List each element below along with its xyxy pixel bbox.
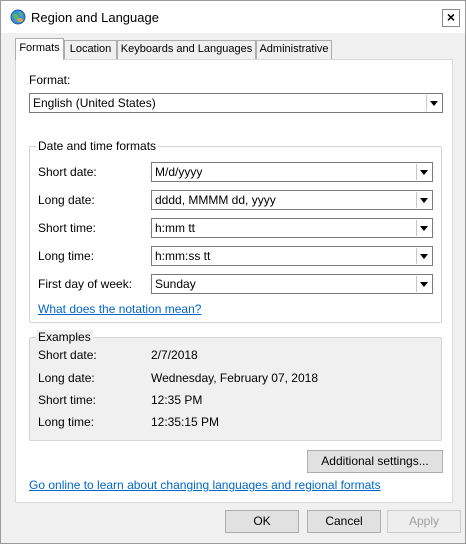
example-short-time-value: 12:35 PM [151, 393, 203, 407]
example-short-time-label: Short time: [38, 393, 97, 407]
ok-button[interactable]: OK [225, 510, 299, 533]
apply-button[interactable]: Apply [387, 510, 461, 533]
datetime-group: Date and time formats Short date: M/d/yy… [29, 139, 442, 323]
long-time-value: h:mm:ss tt [155, 249, 211, 263]
chevron-down-icon [416, 220, 431, 236]
long-date-dropdown[interactable]: dddd, MMMM dd, yyyy [151, 190, 433, 210]
example-long-time-value: 12:35:15 PM [151, 415, 220, 429]
close-button[interactable]: × [442, 9, 460, 27]
online-help-link[interactable]: Go online to learn about changing langua… [29, 478, 381, 492]
additional-settings-button[interactable]: Additional settings... [307, 450, 443, 473]
example-long-date-label: Long date: [38, 371, 95, 385]
chevron-down-icon [426, 95, 441, 111]
close-icon: × [446, 9, 456, 25]
short-date-label: Short date: [38, 165, 97, 179]
long-time-dropdown[interactable]: h:mm:ss tt [151, 246, 433, 266]
example-short-date-label: Short date: [38, 348, 97, 362]
tab-location[interactable]: Location [64, 40, 117, 59]
example-long-time-label: Long time: [38, 415, 95, 429]
short-time-dropdown[interactable]: h:mm tt [151, 218, 433, 238]
format-value: English (United States) [33, 96, 156, 110]
datetime-group-title: Date and time formats [36, 139, 159, 153]
chevron-down-icon [416, 164, 431, 180]
long-date-value: dddd, MMMM dd, yyyy [155, 193, 276, 207]
long-date-label: Long date: [38, 193, 95, 207]
short-date-value: M/d/yyyy [155, 165, 203, 179]
long-time-label: Long time: [38, 249, 95, 263]
title-bar: Region and Language × [1, 1, 465, 33]
tab-label: Formats [19, 42, 60, 54]
notation-help-link[interactable]: What does the notation mean? [38, 302, 201, 316]
additional-settings-label: Additional settings... [321, 454, 429, 468]
formats-panel: Format: English (United States) Date and… [15, 59, 453, 503]
chevron-down-icon [416, 276, 431, 292]
cancel-label: Cancel [325, 514, 363, 528]
chevron-down-icon [416, 192, 431, 208]
chevron-down-icon [416, 248, 431, 264]
tab-keyboards-languages[interactable]: Keyboards and Languages [117, 40, 256, 59]
short-time-label: Short time: [38, 221, 97, 235]
example-short-date-value: 2/7/2018 [151, 348, 198, 362]
short-time-value: h:mm tt [155, 221, 196, 235]
first-day-dropdown[interactable]: Sunday [151, 274, 433, 294]
cancel-button[interactable]: Cancel [307, 510, 381, 533]
examples-group-title: Examples [36, 330, 93, 344]
tab-label: Administrative [259, 43, 329, 55]
tab-label: Location [69, 43, 112, 55]
short-date-dropdown[interactable]: M/d/yyyy [151, 162, 433, 182]
tab-formats[interactable]: Formats [15, 38, 64, 60]
ok-label: OK [253, 514, 271, 528]
first-day-value: Sunday [155, 277, 196, 291]
tab-label: Keyboards and Languages [120, 43, 253, 55]
format-dropdown[interactable]: English (United States) [29, 93, 443, 113]
globe-icon [10, 9, 26, 25]
example-long-date-value: Wednesday, February 07, 2018 [151, 371, 318, 385]
apply-label: Apply [408, 514, 440, 528]
region-language-window: Region and Language × Formats Location K… [0, 0, 466, 544]
tab-administrative[interactable]: Administrative [256, 40, 332, 59]
format-label: Format: [29, 73, 71, 87]
first-day-label: First day of week: [38, 277, 133, 291]
window-title: Region and Language [31, 10, 159, 25]
examples-group: Examples Short date: 2/7/2018 Long date:… [29, 330, 442, 441]
